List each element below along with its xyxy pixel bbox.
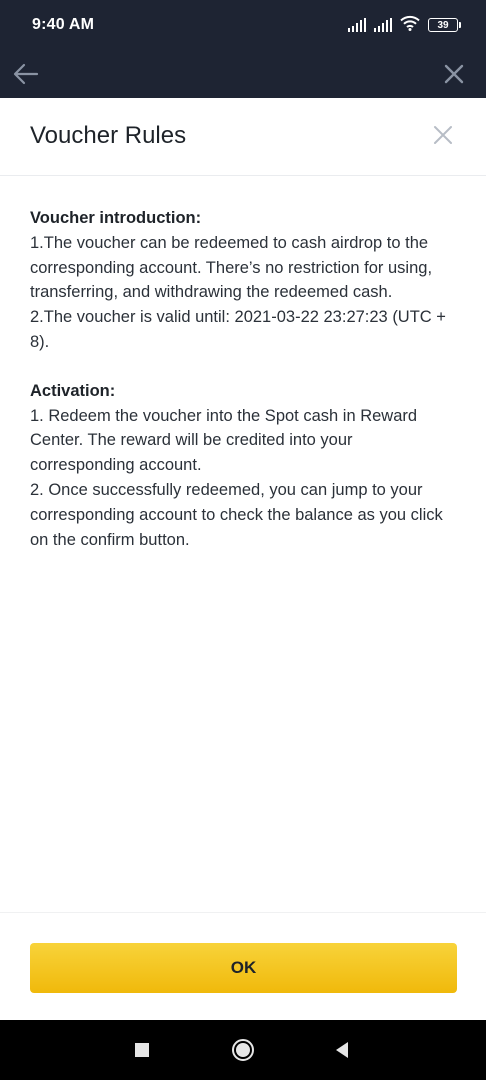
back-icon[interactable] [330,1038,354,1062]
section-voucher-introduction: Voucher introduction: 1.The voucher can … [30,206,460,355]
battery-level: 39 [437,19,449,31]
section-title: Activation: [30,381,116,400]
app-header [0,50,486,98]
section-title: Voucher introduction: [30,209,202,227]
status-icons: 39 [348,14,461,36]
page-title: Voucher Rules [30,122,187,149]
signal-icon [348,18,366,32]
close-icon[interactable] [430,122,456,148]
ok-button[interactable]: OK [30,943,457,993]
system-nav-bar [0,1020,486,1080]
battery-icon: 39 [428,18,461,32]
arrow-left-icon[interactable] [8,56,44,92]
wifi-icon [400,15,420,36]
rule-line: 2.The voucher is valid until: 2021-03-22… [30,308,446,351]
divider [0,912,486,913]
section-activation: Activation: 1. Redeem the voucher into t… [30,379,460,553]
signal-icon-secondary [374,18,392,32]
rule-line: 2. Once successfully redeemed, you can j… [30,480,443,549]
home-icon[interactable] [231,1038,255,1062]
rule-line: 1.The voucher can be redeemed to cash ai… [30,233,433,302]
rule-line: 1. Redeem the voucher into the Spot cash… [30,406,418,475]
recents-icon[interactable] [130,1038,154,1062]
status-bar: 9:40 AM 39 [0,0,486,50]
sheet-header: Voucher Rules [0,98,486,176]
status-time: 9:40 AM [32,16,95,33]
close-icon[interactable] [436,56,472,92]
rules-content: Voucher introduction: 1.The voucher can … [30,206,460,576]
